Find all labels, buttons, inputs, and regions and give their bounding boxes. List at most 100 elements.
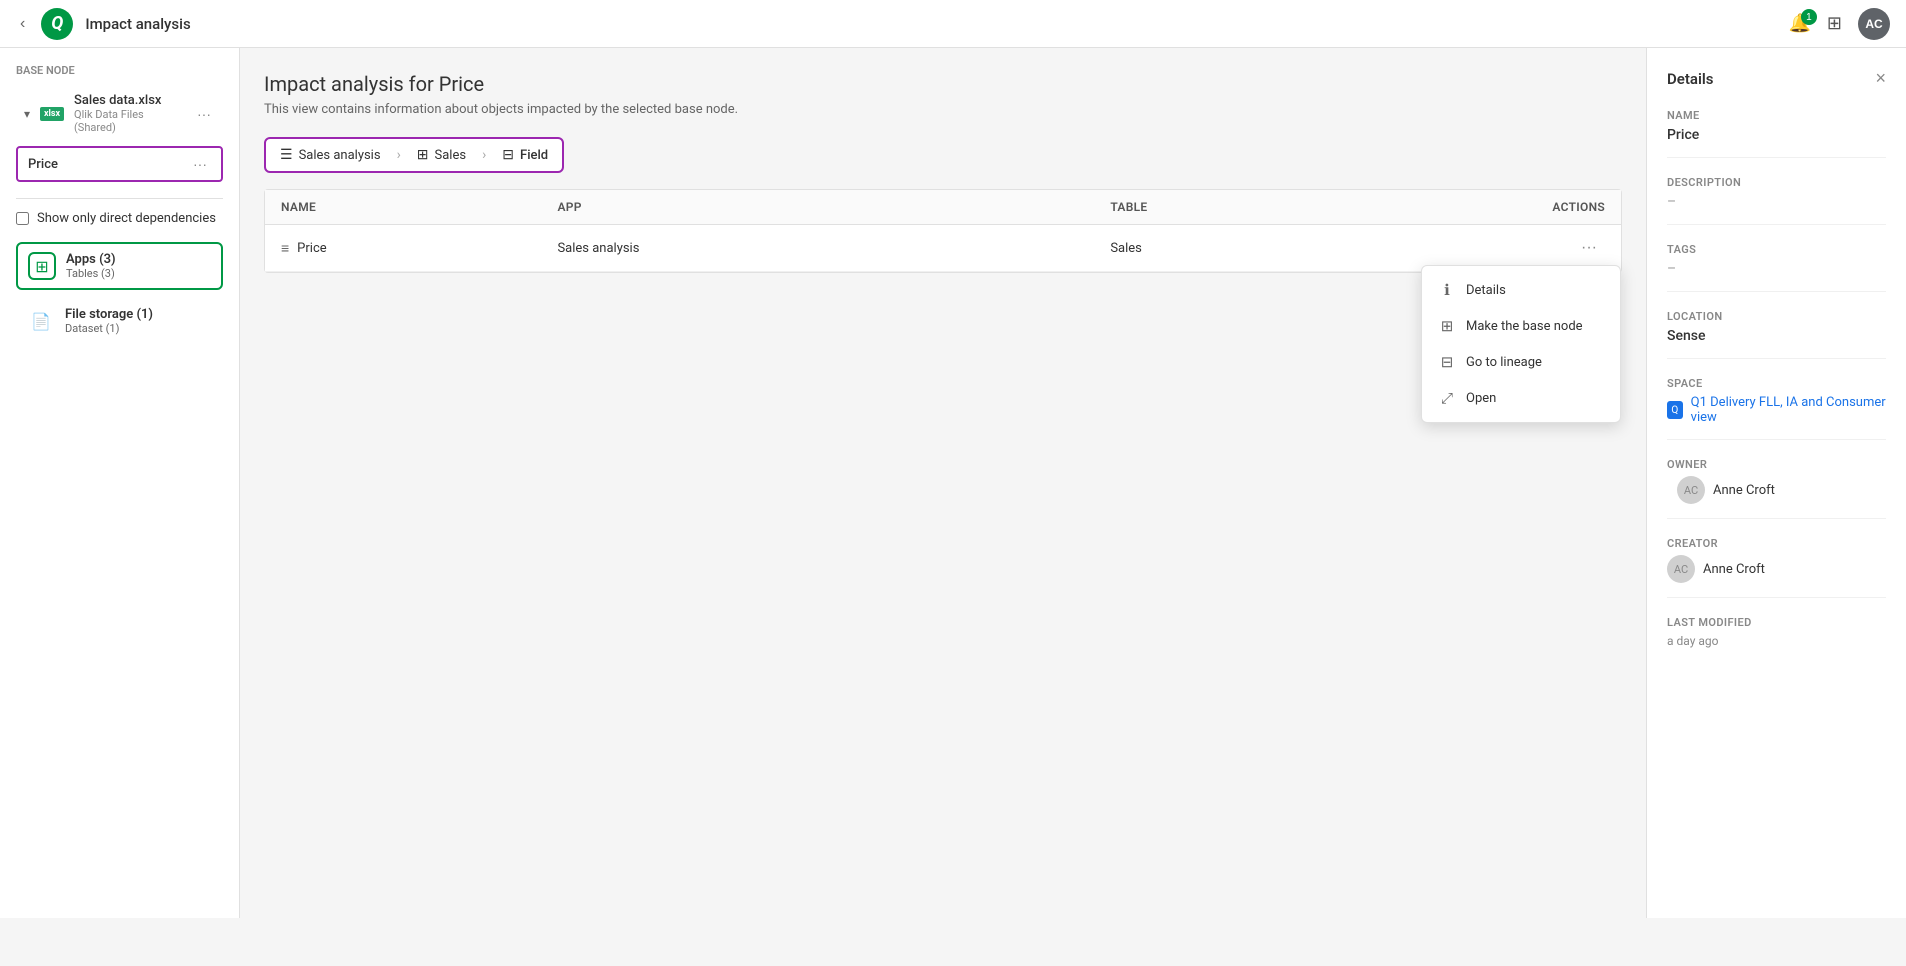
apps-grid-button[interactable]: ⊞ <box>1827 13 1842 34</box>
row-actions-button[interactable]: ··· <box>1573 237 1605 259</box>
apps-info: Apps (3) Tables (3) <box>66 252 211 280</box>
file-icon-plain: 📄 <box>31 312 51 331</box>
impact-table: Name App Table Actions ≡ Price Sales ana… <box>264 189 1622 273</box>
back-button[interactable]: ‹ <box>16 11 29 37</box>
breadcrumb-sep-1: › <box>395 147 403 163</box>
impact-analysis-subtitle: This view contains information about obj… <box>264 102 1622 117</box>
expand-icon[interactable]: ▾ <box>24 107 30 121</box>
breadcrumb-sales[interactable]: ⊞ Sales <box>403 139 480 171</box>
creator-label: Creator <box>1667 537 1886 550</box>
apps-dep-item[interactable]: ⊞ Apps (3) Tables (3) <box>16 242 223 290</box>
direct-deps-checkbox[interactable] <box>16 212 29 225</box>
name-value: Price <box>1667 127 1886 143</box>
menu-item-open[interactable]: ⤢ Open <box>1422 380 1620 416</box>
detail-last-modified-section: Last modified a day ago <box>1667 616 1886 662</box>
row-name-label: Price <box>297 241 326 256</box>
price-tag: Price ··· <box>16 146 223 182</box>
direct-deps-checkbox-row[interactable]: Show only direct dependencies <box>16 211 223 226</box>
owner-avatar: AC <box>1677 476 1705 504</box>
file-storage-sub: Dataset (1) <box>65 322 212 335</box>
col-name: Name <box>281 200 557 214</box>
sales-analysis-icon: ☰ <box>280 147 293 163</box>
tags-value: – <box>1667 261 1886 277</box>
field-icon: ⊟ <box>502 147 514 163</box>
detail-owner-section: Owner → AC Anne Croft <box>1667 458 1886 519</box>
table-header: Name App Table Actions <box>265 190 1621 225</box>
sales-icon: ⊞ <box>417 147 429 163</box>
file-storage-count: (1) <box>136 307 153 322</box>
space-name: Q1 Delivery FLL, IA and Consumer view <box>1691 395 1886 425</box>
breadcrumb-sep-2: › <box>480 147 488 163</box>
location-value: Sense <box>1667 328 1886 344</box>
xlsx-icon: xlsx <box>38 100 66 128</box>
space-row: Q Q1 Delivery FLL, IA and Consumer view <box>1667 395 1886 425</box>
qlik-q-icon: Q <box>51 13 63 34</box>
col-app: App <box>557 200 1110 214</box>
apps-grid-icon: ⊞ <box>35 257 48 276</box>
detail-creator-section: Creator AC Anne Croft <box>1667 537 1886 598</box>
location-label: Location <box>1667 310 1886 323</box>
col-actions: Actions <box>1525 200 1605 214</box>
details-title: Details <box>1667 70 1713 88</box>
base-node-icon: ⊞ <box>1438 317 1456 335</box>
menu-item-details-label: Details <box>1466 283 1506 298</box>
menu-item-lineage[interactable]: ⊟ Go to lineage <box>1422 344 1620 380</box>
menu-item-open-label: Open <box>1466 391 1496 406</box>
base-node-label: Base node <box>16 64 223 77</box>
impact-analysis-title: Impact analysis for Price <box>264 72 1622 96</box>
owner-label: Owner <box>1667 458 1886 471</box>
breadcrumb: ☰ Sales analysis › ⊞ Sales › ⊟ Field <box>264 137 564 173</box>
details-header: Details × <box>1667 68 1886 89</box>
menu-item-details[interactable]: ℹ Details <box>1422 272 1620 308</box>
close-button[interactable]: × <box>1875 68 1886 89</box>
file-name: Sales data.xlsx <box>74 93 185 108</box>
space-icon-inner: Q <box>1671 405 1678 416</box>
tags-label: Tags <box>1667 243 1886 256</box>
row-actions: ··· <box>1525 237 1605 259</box>
apps-count: (3) <box>99 252 116 267</box>
breadcrumb-sales-analysis[interactable]: ☰ Sales analysis <box>266 139 395 171</box>
creator-name: Anne Croft <box>1703 562 1765 577</box>
detail-tags-section: Tags – <box>1667 243 1886 292</box>
file-storage-name: File storage <box>65 307 133 322</box>
file-info: Sales data.xlsx Qlik Data Files (Shared) <box>74 93 185 134</box>
breadcrumb-field[interactable]: ⊟ Field <box>488 139 562 171</box>
owner-arrow: → <box>1646 477 1649 503</box>
notification-badge: 1 <box>1801 9 1817 25</box>
detail-name-section: Name Price <box>1667 109 1886 158</box>
creator-row: AC Anne Croft <box>1667 555 1886 583</box>
details-icon: ℹ <box>1438 281 1456 299</box>
details-panel: Details × Name Price Description – Tags … <box>1646 48 1906 918</box>
detail-space-section: Space Q Q1 Delivery FLL, IA and Consumer… <box>1667 377 1886 440</box>
price-label: Price <box>28 157 58 172</box>
detail-description-section: Description – <box>1667 176 1886 225</box>
breadcrumb-sales-label: Sales <box>435 148 467 163</box>
space-label: Space <box>1667 377 1886 390</box>
sidebar: Base node ▾ xlsx Sales data.xlsx Qlik Da… <box>0 48 240 918</box>
apps-name: Apps <box>66 252 96 267</box>
notifications-button[interactable]: 🔔 1 <box>1788 13 1810 34</box>
file-sub: Qlik Data Files (Shared) <box>74 108 185 134</box>
breadcrumb-field-label: Field <box>520 148 548 163</box>
apps-icon: ⊞ <box>28 252 56 280</box>
user-avatar-button[interactable]: AC <box>1858 8 1890 40</box>
table-row: ≡ Price Sales analysis Sales ··· ℹ Detai… <box>265 225 1621 272</box>
price-menu-button[interactable]: ··· <box>189 154 211 174</box>
owner-name: Anne Croft <box>1713 483 1775 498</box>
apps-sub: Tables (3) <box>66 267 211 280</box>
row-field-icon: ≡ <box>281 240 289 257</box>
col-table: Table <box>1110 200 1525 214</box>
context-menu: ℹ Details ⊞ Make the base node ⊟ Go to l… <box>1421 265 1621 423</box>
lineage-icon: ⊟ <box>1438 353 1456 371</box>
qlik-logo-circle: Q <box>41 8 73 40</box>
file-storage-dep-item[interactable]: 📄 File storage (1) Dataset (1) <box>16 298 223 344</box>
menu-item-base-node-label: Make the base node <box>1466 319 1583 334</box>
topbar-left: ‹ Q Impact analysis <box>16 8 191 40</box>
last-modified-value: a day ago <box>1667 634 1886 648</box>
file-node-menu-button[interactable]: ··· <box>193 104 215 124</box>
menu-item-lineage-label: Go to lineage <box>1466 355 1542 370</box>
file-node: ▾ xlsx Sales data.xlsx Qlik Data Files (… <box>16 87 223 140</box>
menu-item-base-node[interactable]: ⊞ Make the base node <box>1422 308 1620 344</box>
main-layout: Base node ▾ xlsx Sales data.xlsx Qlik Da… <box>0 48 1906 918</box>
divider <box>16 198 223 199</box>
